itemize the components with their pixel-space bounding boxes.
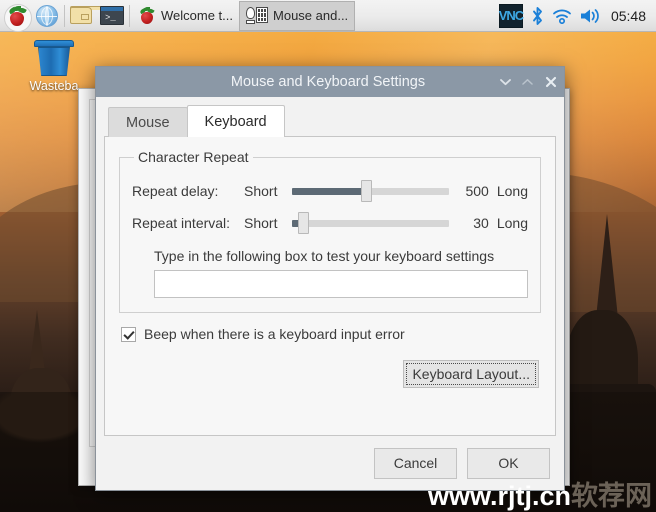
repeat-interval-row: Repeat interval: Short 30 Long xyxy=(132,209,528,237)
watermark-latin: www.rjtj.cn xyxy=(427,481,571,511)
repeat-delay-row: Repeat delay: Short 500 Long xyxy=(132,177,528,205)
character-repeat-group: Character Repeat Repeat delay: Short 500… xyxy=(119,149,541,313)
character-repeat-legend: Character Repeat xyxy=(138,149,249,165)
keyboard-tab-panel: Character Repeat Repeat delay: Short 500… xyxy=(104,136,556,436)
dialog-titlebar[interactable]: Mouse and Keyboard Settings xyxy=(96,67,564,97)
system-tray: VNC 05:48 xyxy=(499,0,654,32)
watermark-cjk: 软荐网 xyxy=(571,481,652,511)
taskbar-window-welcome-label: Welcome t... xyxy=(161,8,234,23)
keyboard-layout-button-row: Keyboard Layout... xyxy=(119,360,541,388)
desktop-icon-wastebasket[interactable]: Wasteba xyxy=(8,40,100,93)
wastebasket-body xyxy=(38,47,70,76)
minimize-button[interactable] xyxy=(494,67,516,97)
taskbar-window-mouse-keyboard-label: Mouse and... xyxy=(273,8,349,23)
terminal-prompt: >_ xyxy=(105,13,116,23)
vnc-icon[interactable]: VNC xyxy=(498,3,524,28)
wifi-icon[interactable] xyxy=(552,8,572,24)
terminal-icon: >_ xyxy=(100,6,124,25)
desktop-icon-label: Wasteba xyxy=(29,79,79,93)
temple-spire-right xyxy=(596,214,618,318)
repeat-interval-slider[interactable] xyxy=(292,212,449,234)
keyboard-test-hint: Type in the following box to test your k… xyxy=(154,248,495,264)
terminal-launcher[interactable]: >_ xyxy=(97,1,127,31)
terminal-titlebar xyxy=(101,7,123,11)
cancel-button[interactable]: Cancel xyxy=(374,447,457,479)
volume-icon[interactable] xyxy=(579,7,601,25)
folder-icon xyxy=(70,6,106,25)
repeat-delay-label: Repeat delay: xyxy=(132,183,219,199)
repeat-interval-low-label: Short xyxy=(244,215,278,231)
repeat-interval-value: 30 xyxy=(473,215,489,231)
globe-icon xyxy=(36,4,58,27)
ok-button[interactable]: OK xyxy=(467,447,550,479)
repeat-delay-high-label: Long xyxy=(496,183,528,199)
keyboard-test-input[interactable] xyxy=(154,270,528,298)
repeat-interval-label: Repeat interval: xyxy=(132,215,231,231)
tab-mouse[interactable]: Mouse xyxy=(108,107,188,137)
raspberry-icon xyxy=(6,5,28,27)
tab-strip: Mouse Keyboard xyxy=(104,105,556,137)
globe-meridian xyxy=(45,6,49,25)
raspberry-berry xyxy=(10,11,24,26)
repeat-interval-track xyxy=(292,220,449,227)
mouse-glyph xyxy=(246,7,256,19)
repeat-delay-low-label: Short xyxy=(244,183,278,199)
vnc-icon-label: VNC xyxy=(498,8,524,23)
taskbar: >_ Welcome t... Mouse and... VNC 05:48 xyxy=(0,0,656,32)
raspberry-berry xyxy=(141,11,153,24)
repeat-interval-thumb[interactable] xyxy=(297,212,309,234)
focus-ring xyxy=(406,363,536,385)
mouse-keyboard-icon xyxy=(246,7,269,24)
wastebasket-icon xyxy=(34,40,74,76)
keyboard-glyph xyxy=(256,7,269,23)
divider xyxy=(129,4,130,27)
tab-keyboard[interactable]: Keyboard xyxy=(186,105,285,137)
repeat-delay-slider[interactable] xyxy=(292,180,449,202)
web-browser-launcher[interactable] xyxy=(32,1,62,31)
tab-keyboard-label: Keyboard xyxy=(204,113,267,130)
beep-checkbox-label: Beep when there is a keyboard input erro… xyxy=(144,326,405,342)
maximize-button[interactable] xyxy=(516,67,538,97)
repeat-delay-fill xyxy=(292,188,366,195)
dialog-body: Mouse Keyboard Character Repeat Repeat d… xyxy=(96,97,564,436)
keys-strip-glyph xyxy=(246,20,256,24)
dialog-title: Mouse and Keyboard Settings xyxy=(230,74,426,90)
beep-checkbox[interactable] xyxy=(121,326,136,342)
repeat-delay-value: 500 xyxy=(465,183,489,199)
screen: Wasteba W E F 9 Mouse and Keyboard Setti… xyxy=(0,0,656,512)
watermark: www.rjtj.cn软荐网 xyxy=(428,483,652,510)
repeat-interval-high-label: Long xyxy=(496,215,528,231)
mouse-keyboard-settings-dialog[interactable]: Mouse and Keyboard Settings Mouse Keyboa… xyxy=(95,66,565,491)
beep-checkbox-row[interactable]: Beep when there is a keyboard input erro… xyxy=(119,326,541,342)
keyboard-layout-button[interactable]: Keyboard Layout... xyxy=(403,360,539,388)
window-list: Welcome t... Mouse and... xyxy=(132,0,499,32)
clock[interactable]: 05:48 xyxy=(608,8,648,24)
repeat-delay-thumb[interactable] xyxy=(360,180,372,202)
taskbar-window-welcome[interactable]: Welcome t... xyxy=(132,1,239,31)
folder-inner xyxy=(81,14,89,20)
bluetooth-icon[interactable] xyxy=(530,6,545,26)
wastebasket-lid xyxy=(34,40,74,47)
menu-button[interactable] xyxy=(2,1,32,32)
tab-mouse-label: Mouse xyxy=(126,114,170,131)
file-manager-launcher[interactable] xyxy=(67,1,106,31)
taskbar-window-mouse-keyboard[interactable]: Mouse and... xyxy=(239,0,356,31)
divider xyxy=(64,4,65,27)
raspberry-icon xyxy=(138,6,156,25)
close-button[interactable] xyxy=(538,67,564,97)
